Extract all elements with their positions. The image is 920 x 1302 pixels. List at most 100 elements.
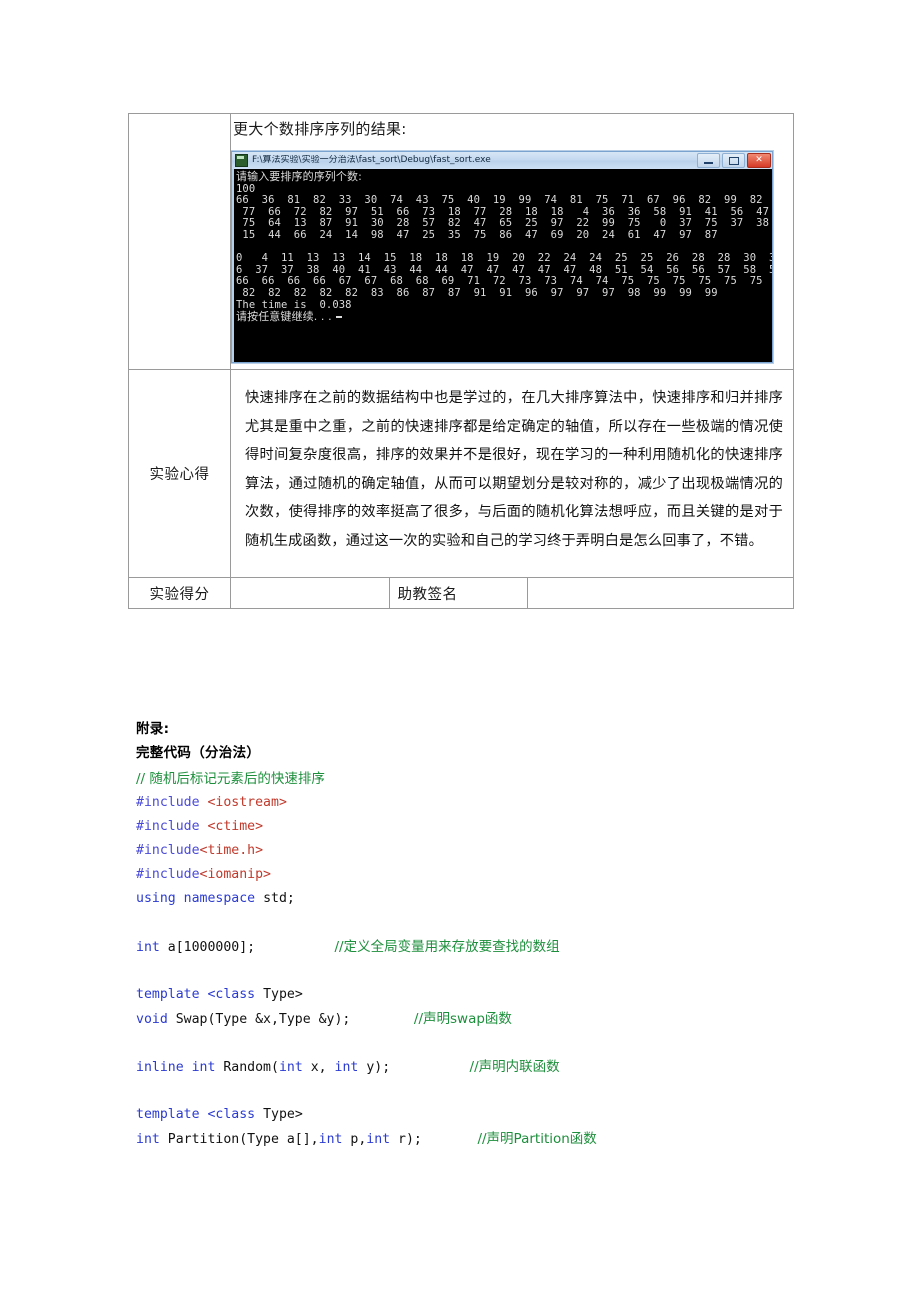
console-output: 请输入要排序的序列个数: 100 66 36 81 82 33 30 74 43… bbox=[232, 169, 772, 362]
code-token-5-2: namespace bbox=[183, 891, 256, 906]
signature-value-cell[interactable] bbox=[527, 578, 793, 608]
console-prompt: 请输入要排序的序列个数: bbox=[236, 170, 362, 183]
code-token-7-0: int bbox=[136, 940, 160, 955]
footer-split-cell: 助教签名 bbox=[230, 577, 794, 609]
document-page: 更大个数排序序列的结果: F:\算法实验\实验一分治法\fast_sort\De… bbox=[0, 0, 920, 1302]
footer-inner-table: 助教签名 bbox=[231, 578, 793, 608]
code-token-12-7: y); bbox=[358, 1060, 470, 1075]
code-token-15-2: int bbox=[318, 1132, 343, 1147]
code-token-15-0: int bbox=[136, 1132, 160, 1147]
table-row-result: 更大个数排序序列的结果: F:\算法实验\实验一分治法\fast_sort\De… bbox=[128, 113, 794, 370]
code-line-12: inline int Random(int x, int y); //声明内联函… bbox=[136, 1055, 896, 1079]
code-line-3: #include<time.h> bbox=[136, 839, 896, 863]
code-token-15-1: Partition(Type a[], bbox=[159, 1132, 319, 1147]
code-token-0-0: // 随机后标记元素后的快速排序 bbox=[136, 771, 325, 787]
lab-report-table: 更大个数排序序列的结果: F:\算法实验\实验一分治法\fast_sort\De… bbox=[128, 113, 794, 609]
window-controls: ✕ bbox=[697, 153, 771, 168]
code-token-12-4: int bbox=[278, 1060, 303, 1075]
code-token-15-4: int bbox=[366, 1132, 391, 1147]
appendix-section: 附录: 完整代码（分治法） // 随机后标记元素后的快速排序 #include <… bbox=[136, 717, 896, 1151]
code-token-2-0: #include bbox=[136, 819, 200, 834]
result-caption: 更大个数排序序列的结果: bbox=[233, 120, 407, 138]
console-sorted-line-2: 66 66 66 66 67 67 68 68 69 71 72 73 73 7… bbox=[236, 275, 763, 288]
code-token-5-3: std; bbox=[255, 891, 295, 906]
code-token-12-2: int bbox=[191, 1060, 216, 1075]
code-token-3-0: #include bbox=[136, 843, 200, 858]
row-label-reflection-cell: 实验心得 bbox=[128, 369, 231, 578]
row-body-result-cell: 更大个数排序序列的结果: F:\算法实验\实验一分治法\fast_sort\De… bbox=[230, 113, 794, 370]
row-label-result-cell bbox=[128, 113, 231, 370]
code-token-12-6: int bbox=[334, 1060, 359, 1075]
console-unsorted-line-2: 75 64 13 87 91 30 28 57 82 47 65 25 97 2… bbox=[242, 217, 769, 230]
close-button[interactable]: ✕ bbox=[747, 153, 771, 168]
code-line-15: int Partition(Type a[],int p,int r); //声… bbox=[136, 1127, 896, 1151]
code-token-15-6: //声明Partition函数 bbox=[477, 1131, 597, 1147]
signature-value bbox=[528, 584, 536, 601]
console-app-icon bbox=[235, 154, 248, 167]
console-sorted-line-0: 0 4 11 13 13 14 15 18 18 18 19 20 22 24 … bbox=[236, 252, 772, 265]
console-title: F:\算法实验\实验一分治法\fast_sort\Debug\fast_sort… bbox=[252, 155, 491, 165]
table-row-reflection: 实验心得 快速排序在之前的数据结构中也是学过的，在几大排序算法中，快速排序和归并… bbox=[128, 369, 794, 578]
code-token-9-3: Type> bbox=[255, 987, 303, 1002]
console-window[interactable]: F:\算法实验\实验一分治法\fast_sort\Debug\fast_sort… bbox=[231, 151, 773, 363]
console-sorted-line-1: 6 37 37 38 40 41 43 44 44 47 47 47 47 47… bbox=[236, 263, 772, 276]
code-token-12-8: //声明内联函数 bbox=[469, 1059, 560, 1075]
code-line-9: template <class Type> bbox=[136, 983, 896, 1007]
table-row-footer: 实验得分 助教签名 bbox=[128, 577, 794, 609]
row-label-reflection: 实验心得 bbox=[149, 467, 210, 483]
code-line-0: // 随机后标记元素后的快速排序 bbox=[136, 767, 896, 791]
code-token-10-1: Swap(Type &x,Type &y); bbox=[167, 1012, 414, 1027]
code-token-7-2: //定义全局变量用来存放要查找的数组 bbox=[334, 939, 560, 955]
score-label: 实验得分 bbox=[149, 586, 210, 603]
row-body-reflection-cell: 快速排序在之前的数据结构中也是学过的，在几大排序算法中，快速排序和归并排序尤其是… bbox=[230, 369, 794, 578]
code-token-14-0: template bbox=[136, 1107, 200, 1122]
code-token-15-3: p, bbox=[342, 1132, 367, 1147]
code-token-15-5: r); bbox=[390, 1132, 478, 1147]
code-token-14-2: <class bbox=[207, 1107, 256, 1122]
code-token-9-0: template bbox=[136, 987, 200, 1002]
code-line-14: template <class Type> bbox=[136, 1103, 896, 1127]
minimize-button[interactable] bbox=[697, 153, 720, 168]
score-label-cell: 实验得分 bbox=[128, 577, 231, 609]
console-unsorted-line-1: 77 66 72 82 97 51 66 73 18 77 28 18 18 4… bbox=[242, 205, 769, 218]
console-sorted-line-3: 82 82 82 82 82 83 86 87 87 91 91 96 97 9… bbox=[236, 286, 718, 299]
code-line-5: using namespace std; bbox=[136, 887, 896, 911]
console-count: 100 bbox=[236, 182, 256, 195]
code-token-10-0: void bbox=[136, 1012, 168, 1027]
code-token-3-1: <time.h> bbox=[199, 843, 264, 858]
code-token-2-2: <ctime> bbox=[207, 819, 264, 834]
code-line-2: #include <ctime> bbox=[136, 815, 896, 839]
code-token-7-1: a[1000000]; bbox=[159, 940, 335, 955]
source-code-block: // 随机后标记元素后的快速排序 #include <iostream> #incl… bbox=[136, 767, 896, 1151]
appendix-heading-2: 完整代码（分治法） bbox=[136, 745, 261, 761]
reflection-text: 快速排序在之前的数据结构中也是学过的，在几大排序算法中，快速排序和归并排序尤其是… bbox=[245, 390, 783, 549]
maximize-button[interactable] bbox=[722, 153, 745, 168]
score-value-cell[interactable] bbox=[231, 578, 390, 608]
code-token-10-2: //声明swap函数 bbox=[413, 1011, 512, 1027]
signature-label-cell: 助教签名 bbox=[389, 578, 528, 608]
console-cursor bbox=[335, 316, 342, 319]
code-line-4: #include<iomanip> bbox=[136, 863, 896, 887]
code-line-7: int a[1000000]; //定义全局变量用来存放要查找的数组 bbox=[136, 935, 896, 959]
code-token-14-3: Type> bbox=[255, 1107, 303, 1122]
code-token-1-2: <iostream> bbox=[207, 795, 287, 810]
score-value bbox=[231, 584, 239, 601]
code-token-12-3: Random( bbox=[215, 1060, 279, 1075]
code-token-12-0: inline bbox=[136, 1060, 184, 1075]
code-token-5-0: using bbox=[136, 891, 176, 906]
code-token-4-1: <iomanip> bbox=[199, 867, 271, 882]
console-time-line: The time is 0.038 bbox=[236, 298, 352, 311]
console-titlebar[interactable]: F:\算法实验\实验一分治法\fast_sort\Debug\fast_sort… bbox=[232, 152, 772, 169]
code-token-4-0: #include bbox=[136, 867, 200, 882]
console-pause-line: 请按任意键继续. . . bbox=[236, 310, 332, 324]
code-token-12-5: x, bbox=[302, 1060, 335, 1075]
console-unsorted-line-3: 15 44 66 24 14 98 47 25 35 75 86 47 69 2… bbox=[236, 228, 718, 241]
console-unsorted-line-0: 66 36 81 82 33 30 74 43 75 40 19 99 74 8… bbox=[236, 194, 763, 207]
appendix-heading-1: 附录: bbox=[136, 721, 170, 737]
code-token-12-1 bbox=[184, 1060, 192, 1075]
code-token-5-1 bbox=[176, 891, 184, 906]
